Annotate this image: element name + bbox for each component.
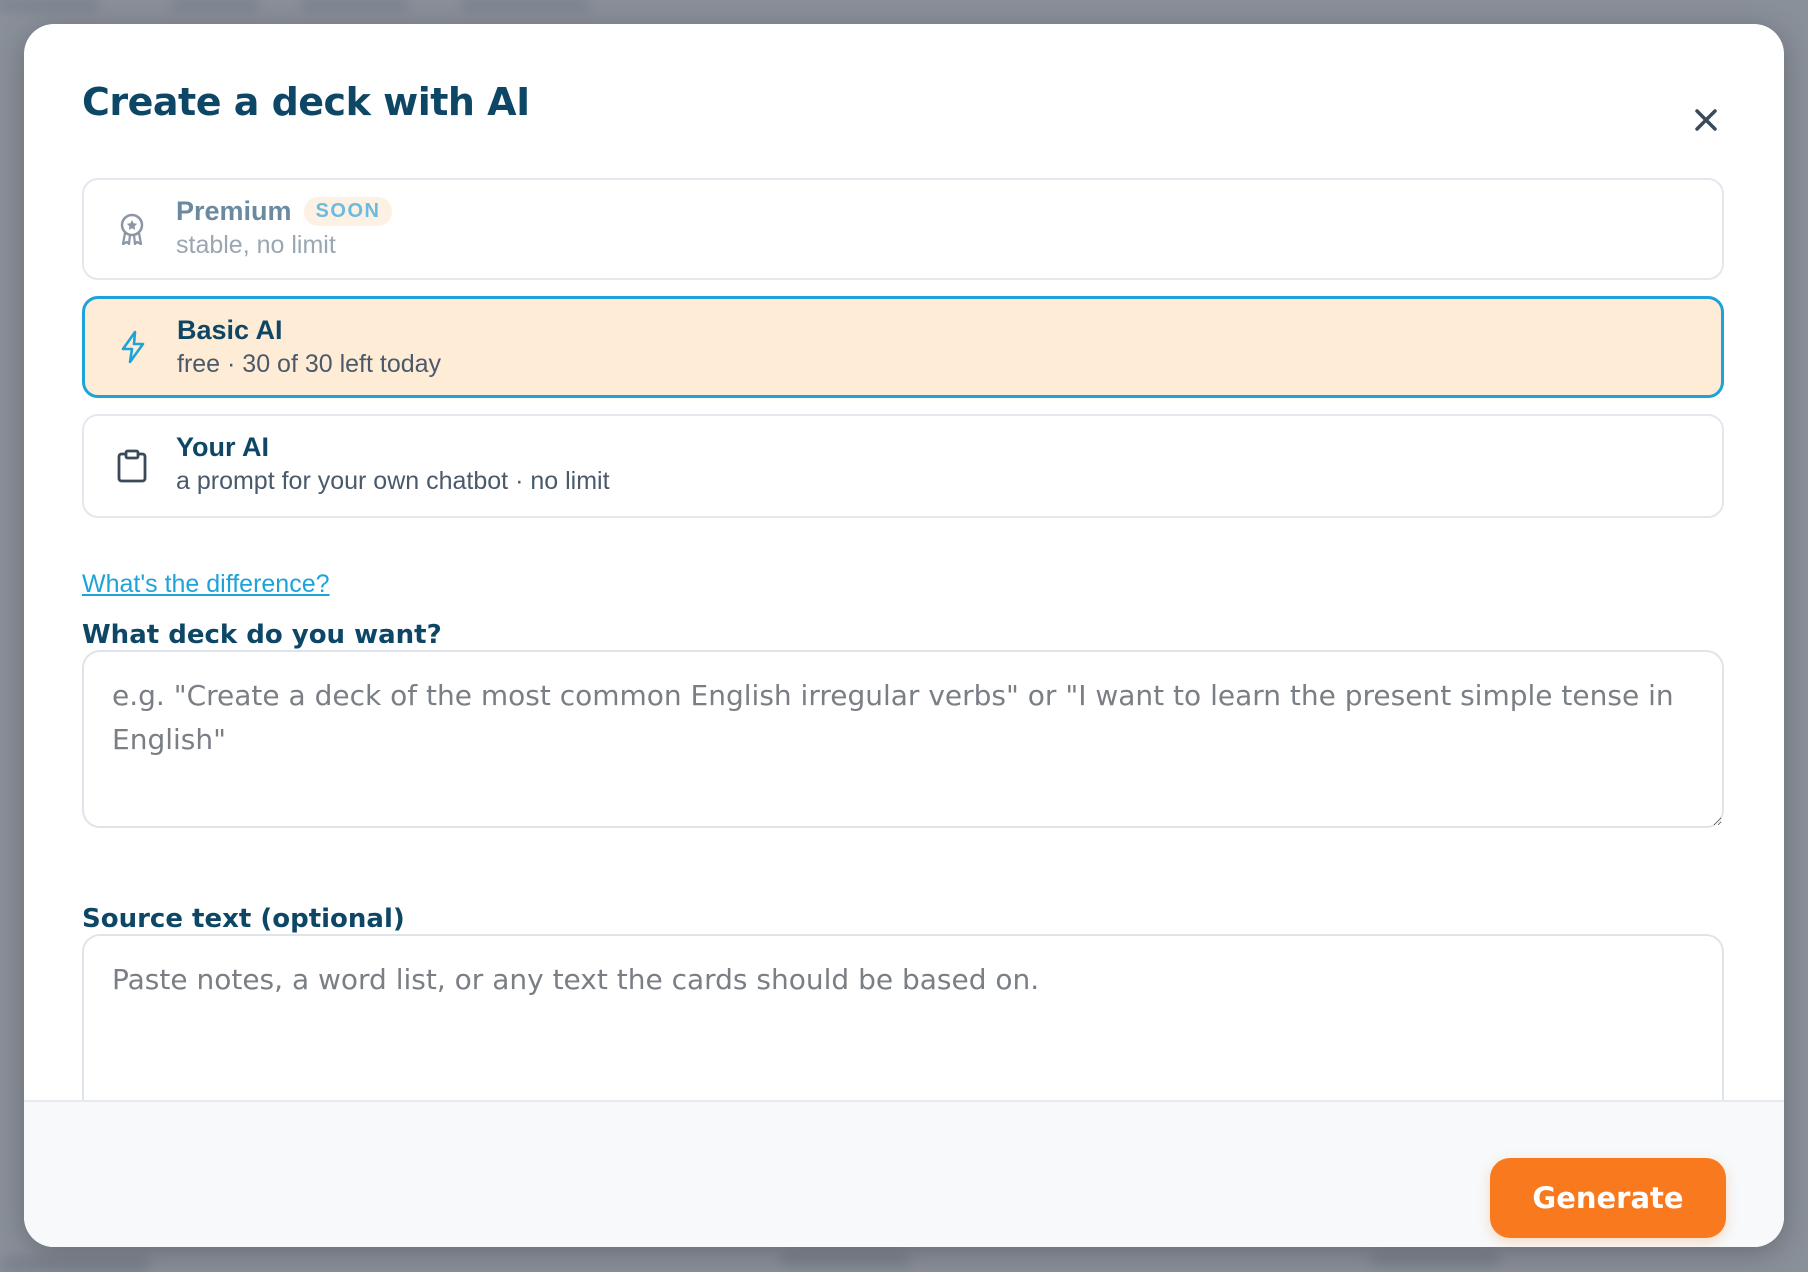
close-icon — [1695, 109, 1717, 131]
option-subtitle: free · 30 of 30 left today — [177, 350, 442, 378]
source-text-label: Source text (optional) — [82, 904, 405, 934]
option-text: Premium SOON stable, no limit — [176, 196, 393, 260]
close-button[interactable] — [1688, 102, 1724, 138]
background-blur — [0, 0, 100, 10]
deck-description-input[interactable] — [82, 650, 1724, 828]
generate-button[interactable]: Generate — [1490, 1158, 1726, 1238]
background-blur — [780, 1252, 910, 1266]
soon-badge: SOON — [303, 197, 393, 226]
option-your-ai[interactable]: Your AI a prompt for your own chatbot · … — [82, 414, 1724, 518]
background-blur — [460, 0, 590, 10]
create-deck-modal: Create a deck with AI Premium SOON stabl… — [24, 24, 1784, 1247]
background-blur — [300, 0, 410, 10]
option-title: Basic AI — [177, 315, 283, 345]
option-title: Your AI — [176, 432, 269, 462]
option-subtitle: stable, no limit — [176, 231, 336, 259]
option-text: Basic AI free · 30 of 30 left today — [177, 315, 441, 379]
option-subtitle: a prompt for your own chatbot · no limit — [176, 467, 610, 495]
modal-title: Create a deck with AI — [82, 80, 530, 124]
option-premium[interactable]: Premium SOON stable, no limit — [82, 178, 1724, 280]
background-blur — [170, 0, 260, 10]
clipboard-icon — [114, 448, 150, 484]
lightning-bolt-icon — [115, 329, 151, 365]
award-ribbon-icon — [114, 211, 150, 247]
background-blur — [1370, 1252, 1500, 1266]
option-title: Premium — [176, 196, 292, 226]
modal-footer: Generate — [24, 1100, 1784, 1247]
option-text: Your AI a prompt for your own chatbot · … — [176, 432, 610, 496]
whats-the-difference-link[interactable]: What's the difference? — [82, 570, 330, 599]
option-basic-ai[interactable]: Basic AI free · 30 of 30 left today — [82, 296, 1724, 398]
deck-field-label: What deck do you want? — [82, 620, 442, 650]
background-blur — [0, 1256, 150, 1272]
